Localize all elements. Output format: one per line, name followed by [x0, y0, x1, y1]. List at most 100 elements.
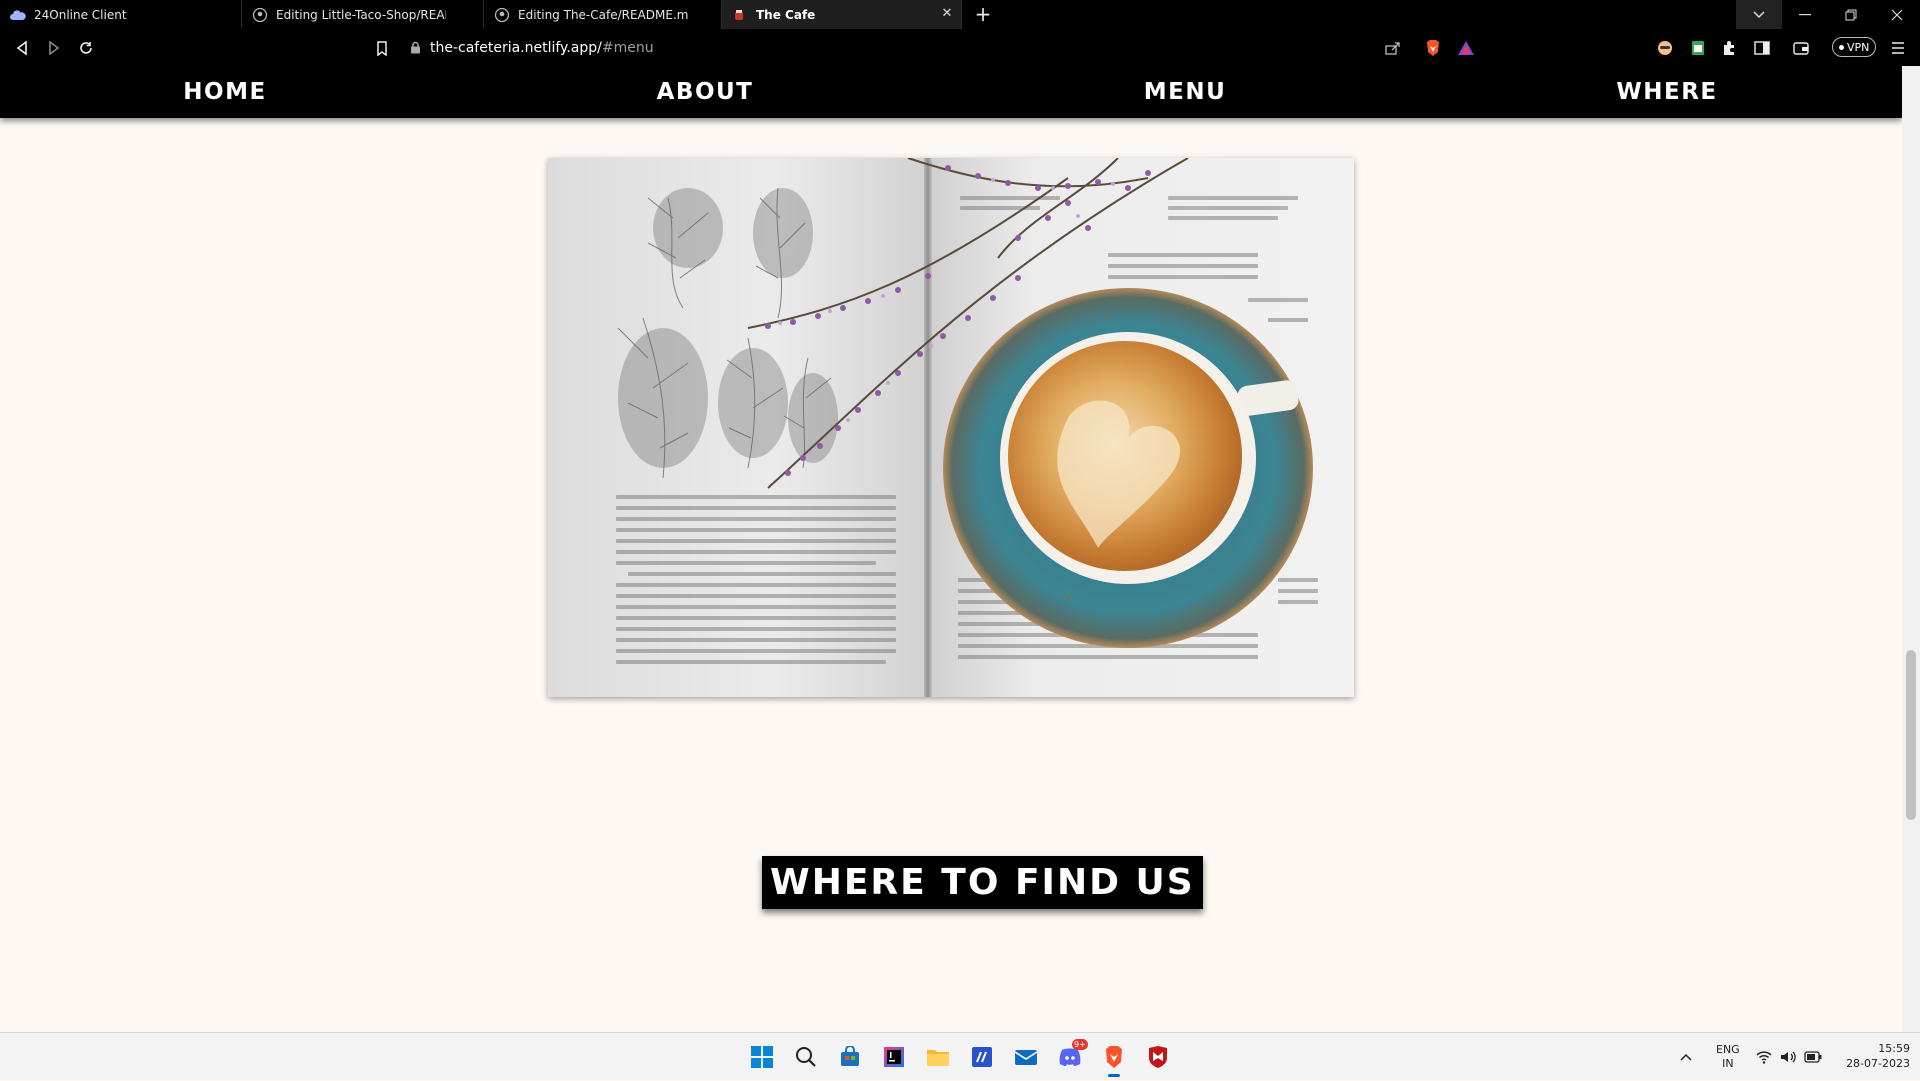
tab-the-cafe-readme[interactable]: Editing The-Cafe/README.md at main — [484, 0, 722, 29]
cafe-favicon — [732, 7, 748, 23]
vpn-status-icon — [1839, 44, 1844, 50]
windows-taskbar: 9+ ENG IN 15:59 28-07-2023 — [0, 1032, 1920, 1080]
discord-button[interactable]: 9+ — [1056, 1039, 1088, 1071]
clock-date: 28-07-2023 — [1846, 1057, 1910, 1070]
vpn-button[interactable]: VPN — [1832, 37, 1877, 57]
brave-rewards-button[interactable] — [1456, 38, 1476, 58]
tab-24online[interactable]: 24Online Client — [0, 0, 242, 29]
heather-flowers — [747, 158, 1189, 489]
brave-lion-icon — [1427, 40, 1439, 56]
github-icon — [252, 7, 268, 23]
tab-title: The Cafe — [756, 7, 816, 22]
back-arrow-icon — [16, 41, 27, 55]
bookmark-button[interactable] — [372, 38, 392, 58]
nav-where-link[interactable]: WHERE — [1616, 66, 1717, 118]
vpn-label: VPN — [1847, 40, 1870, 54]
extension-avatar-button[interactable] — [1655, 38, 1675, 58]
search-button[interactable] — [792, 1043, 820, 1071]
windows-logo-icon — [751, 1046, 773, 1068]
mcafee-button[interactable] — [1144, 1043, 1172, 1071]
sidebar-toggle-button[interactable] — [1752, 38, 1772, 58]
tab-little-taco-shop[interactable]: Editing Little-Taco-Shop/README.md — [242, 0, 484, 29]
browser-tab-strip: 24Online Client Editing Little-Taco-Shop… — [0, 0, 1920, 29]
close-tab-icon[interactable]: ✕ — [939, 6, 955, 22]
page-scrollbar[interactable] — [1902, 66, 1920, 1032]
chevron-up-icon — [1680, 1053, 1692, 1061]
share-icon — [1385, 42, 1400, 55]
restore-button[interactable] — [1828, 0, 1874, 29]
url-host: the-cafeteria.netlify.app/ — [430, 39, 602, 56]
tab-the-cafe[interactable]: The Cafe ✕ — [722, 0, 962, 29]
browser-toolbar: the-cafeteria.netlify.app/#menu VPN — [0, 29, 1920, 66]
new-tab-button[interactable]: + — [972, 3, 994, 25]
folder-icon — [927, 1050, 949, 1066]
where-section-heading: WHERE TO FIND US — [762, 856, 1203, 909]
system-clock[interactable]: 15:59 28-07-2023 — [1830, 1041, 1910, 1071]
battery-icon — [1804, 1051, 1822, 1063]
close-icon — [1891, 9, 1903, 20]
close-window-button[interactable] — [1874, 0, 1920, 29]
language-code: ENG — [1716, 1043, 1740, 1056]
bookmark-icon — [377, 40, 387, 56]
nav-menu-link[interactable]: MENU — [1144, 66, 1227, 118]
rewards-triangle-icon — [1458, 41, 1474, 55]
address-bar[interactable]: the-cafeteria.netlify.app/#menu — [410, 34, 654, 61]
search-icon — [796, 1047, 816, 1067]
extensions-button[interactable] — [1719, 38, 1739, 58]
start-button[interactable] — [748, 1043, 776, 1071]
tab-search-button[interactable] — [1736, 0, 1782, 29]
restore-icon — [1845, 9, 1857, 20]
microsoft-store-button[interactable] — [836, 1043, 864, 1071]
visual-studio-code-button[interactable] — [968, 1043, 996, 1071]
wallet-icon — [1793, 42, 1809, 55]
extension-avatar-icon — [1658, 41, 1672, 55]
wallet-button[interactable] — [1791, 38, 1811, 58]
reload-icon — [80, 42, 92, 54]
back-button[interactable] — [12, 38, 32, 58]
file-explorer-button[interactable] — [924, 1043, 952, 1071]
lock-icon — [411, 41, 420, 54]
forward-button[interactable] — [44, 38, 64, 58]
clock-time: 15:59 — [1878, 1042, 1910, 1055]
site-navigation: HOME ABOUT MENU WHERE — [0, 66, 1902, 118]
chevron-down-icon — [1753, 10, 1765, 18]
mail-button[interactable] — [1012, 1043, 1040, 1071]
mcafee-shield-icon — [1149, 1046, 1167, 1068]
reload-button[interactable] — [76, 38, 96, 58]
intellij-button[interactable] — [880, 1043, 908, 1071]
minimize-button[interactable] — [1782, 0, 1828, 29]
extension-sheet-button[interactable] — [1688, 38, 1708, 58]
tab-title: 24Online Client — [34, 7, 127, 22]
main-menu-button[interactable] — [1888, 38, 1908, 58]
store-icon — [841, 1046, 859, 1066]
where-section-heading-wrap: WHERE TO FIND US — [762, 856, 1203, 909]
input-language-indicator[interactable]: ENG IN — [1716, 1033, 1740, 1081]
spreadsheet-icon — [1692, 41, 1704, 55]
github-icon — [494, 7, 510, 23]
nav-about-link[interactable]: ABOUT — [657, 66, 754, 118]
nav-home-link[interactable]: HOME — [183, 66, 266, 118]
brave-lion-icon — [1106, 1046, 1122, 1068]
minimize-icon — [1799, 13, 1811, 15]
cloud-icon — [10, 7, 26, 23]
discord-icon — [1059, 1048, 1081, 1066]
show-hidden-icons-button[interactable] — [1680, 1033, 1692, 1081]
menu-coffee-photo — [548, 158, 1354, 697]
brave-shields-button[interactable] — [1423, 38, 1443, 58]
quick-settings-button[interactable] — [1756, 1033, 1822, 1081]
discord-notification-badge: 9+ — [1072, 1039, 1088, 1050]
tab-title: Editing Little-Taco-Shop/README.md — [276, 7, 446, 22]
hamburger-menu-icon — [1892, 42, 1904, 54]
share-button[interactable] — [1383, 38, 1403, 58]
tab-title: Editing The-Cafe/README.md at main — [518, 7, 688, 22]
scrollbar-thumb[interactable] — [1906, 650, 1916, 820]
mail-icon — [1014, 1050, 1038, 1065]
brave-browser-button[interactable] — [1100, 1043, 1128, 1077]
puzzle-piece-icon — [1724, 41, 1734, 55]
forward-arrow-icon — [49, 41, 60, 55]
volume-icon — [1781, 1051, 1796, 1063]
code-editor-icon — [972, 1047, 992, 1067]
language-region: IN — [1722, 1057, 1734, 1070]
intellij-icon — [884, 1047, 904, 1067]
wifi-icon — [1756, 1051, 1772, 1064]
